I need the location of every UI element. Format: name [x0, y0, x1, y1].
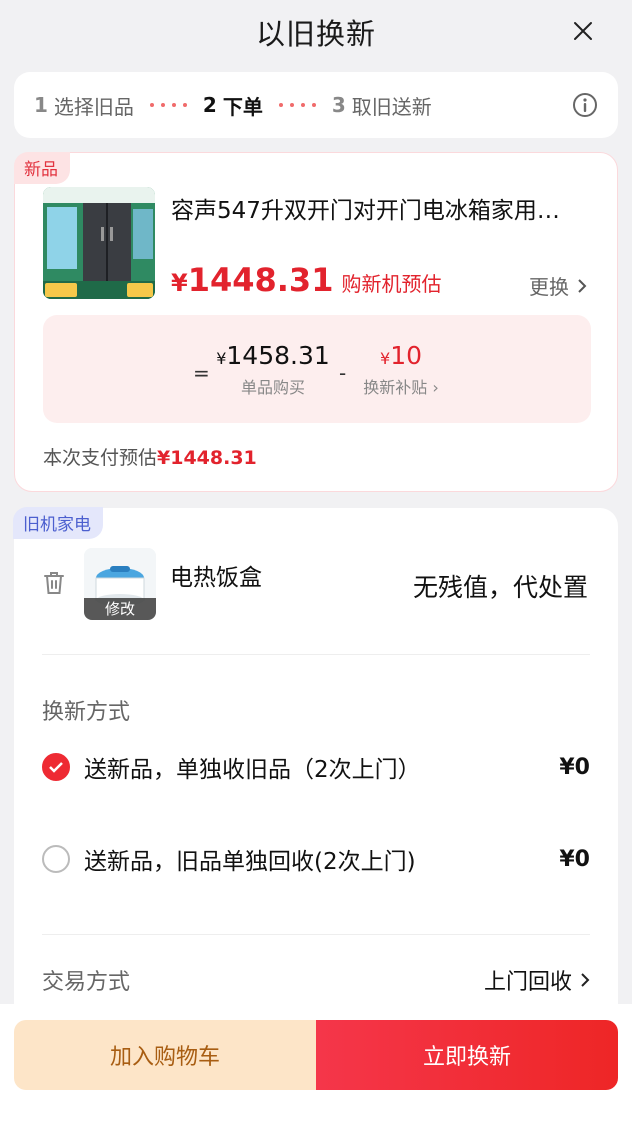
exchange-option-2[interactable]: 送新品，旧品单独回收(2次上门) ¥0 [42, 842, 590, 876]
old-item-value: 无残值，代处置 [412, 573, 588, 602]
step-2: 2 下单 [203, 91, 263, 120]
change-product-button[interactable]: 更换 [529, 271, 587, 300]
payment-estimate: 本次支付预估¥1448.31 [43, 443, 257, 470]
subsidy-value: ¥10 [380, 341, 422, 370]
step-label: 选择旧品 [53, 94, 134, 119]
step-3: 3 取旧送新 [332, 91, 432, 120]
close-button[interactable] [568, 16, 598, 46]
chevron-right-icon [581, 973, 590, 987]
edit-old-item-label[interactable]: 修改 [84, 598, 156, 620]
step-number: 2 [202, 93, 217, 117]
unit-price-item: ¥1458.31 单品购买 [215, 341, 331, 398]
refrigerator-image-icon [43, 187, 155, 299]
header: 以旧换新 [0, 0, 632, 64]
old-item-tag: 旧机家电 [13, 507, 103, 539]
subsidy-label[interactable]: 换新补贴 › [351, 374, 451, 398]
trash-icon[interactable] [42, 570, 66, 596]
unit-price-value: ¥1458.31 [216, 341, 330, 370]
product-title[interactable]: 容声547升双开门对开门电冰箱家用… [171, 191, 591, 225]
payment-estimate-value: ¥1448.31 [157, 447, 257, 469]
option-price: ¥0 [559, 754, 590, 780]
subsidy-item[interactable]: ¥10 换新补贴 › [351, 341, 451, 398]
product-image[interactable] [43, 187, 155, 299]
exchange-option-1[interactable]: 送新品，单独收旧品（2次上门） ¥0 [42, 750, 590, 784]
old-item-card: 旧机家电 修改 电热饭盒 无残值，代处置 换新方式 送新品，单独收旧品（2次上门… [13, 507, 618, 1028]
price-breakdown: = ¥1458.31 单品购买 - ¥10 换新补贴 › [43, 315, 591, 423]
option-label: 送新品，旧品单独回收(2次上门) [84, 849, 416, 875]
step-label: 取旧送新 [351, 94, 432, 119]
price-value: 1448.31 [187, 261, 334, 299]
unit-price-label: 单品购买 [240, 378, 305, 397]
close-icon[interactable] [573, 21, 593, 41]
step-dots [149, 103, 187, 107]
step-indicator: 1 选择旧品 2 下单 3 取旧送新 [14, 72, 618, 138]
new-item-tag: 新品 [14, 152, 70, 184]
minus-sign: - [339, 361, 347, 385]
trade-method-value[interactable]: 上门回收 [484, 964, 590, 996]
new-item-card: 新品 容声547升双开门对开门电冰箱家用… ¥ 1448.31 购新机预估 更换… [14, 152, 618, 492]
old-item-thumbnail[interactable]: 修改 [84, 548, 156, 620]
page-title: 以旧换新 [255, 17, 376, 51]
price-currency: ¥ [171, 269, 188, 297]
step-1: 1 选择旧品 [34, 91, 134, 120]
trade-method-label: 交易方式 [42, 970, 131, 995]
info-icon[interactable] [572, 92, 598, 118]
divider [42, 654, 590, 655]
trade-method-row[interactable]: 交易方式 上门回收 [42, 964, 590, 996]
step-dots [278, 103, 316, 107]
step-number: 3 [331, 93, 346, 117]
radio-checked-icon[interactable] [42, 753, 70, 781]
step-number: 1 [34, 93, 48, 117]
chevron-right-icon [578, 278, 587, 293]
step-label: 下单 [222, 94, 263, 119]
add-to-cart-button[interactable]: 加入购物车 [14, 1020, 316, 1090]
change-label: 更换 [529, 275, 569, 299]
old-item-name: 电热饭盒 [170, 565, 262, 591]
option-label: 送新品，单独收旧品（2次上门） [84, 757, 421, 783]
option-price: ¥0 [559, 846, 590, 872]
bottom-action-bar: 加入购物车 立即换新 [0, 1004, 632, 1148]
exchange-method-label: 换新方式 [42, 700, 131, 725]
new-price: ¥ 1448.31 购新机预估 [171, 261, 441, 299]
radio-unchecked-icon[interactable] [42, 845, 70, 873]
equals-sign: = [193, 361, 210, 385]
divider [42, 934, 590, 935]
payment-estimate-label: 本次支付预估 [43, 447, 158, 469]
exchange-now-button[interactable]: 立即换新 [316, 1020, 618, 1090]
price-note: 购新机预估 [341, 272, 442, 296]
